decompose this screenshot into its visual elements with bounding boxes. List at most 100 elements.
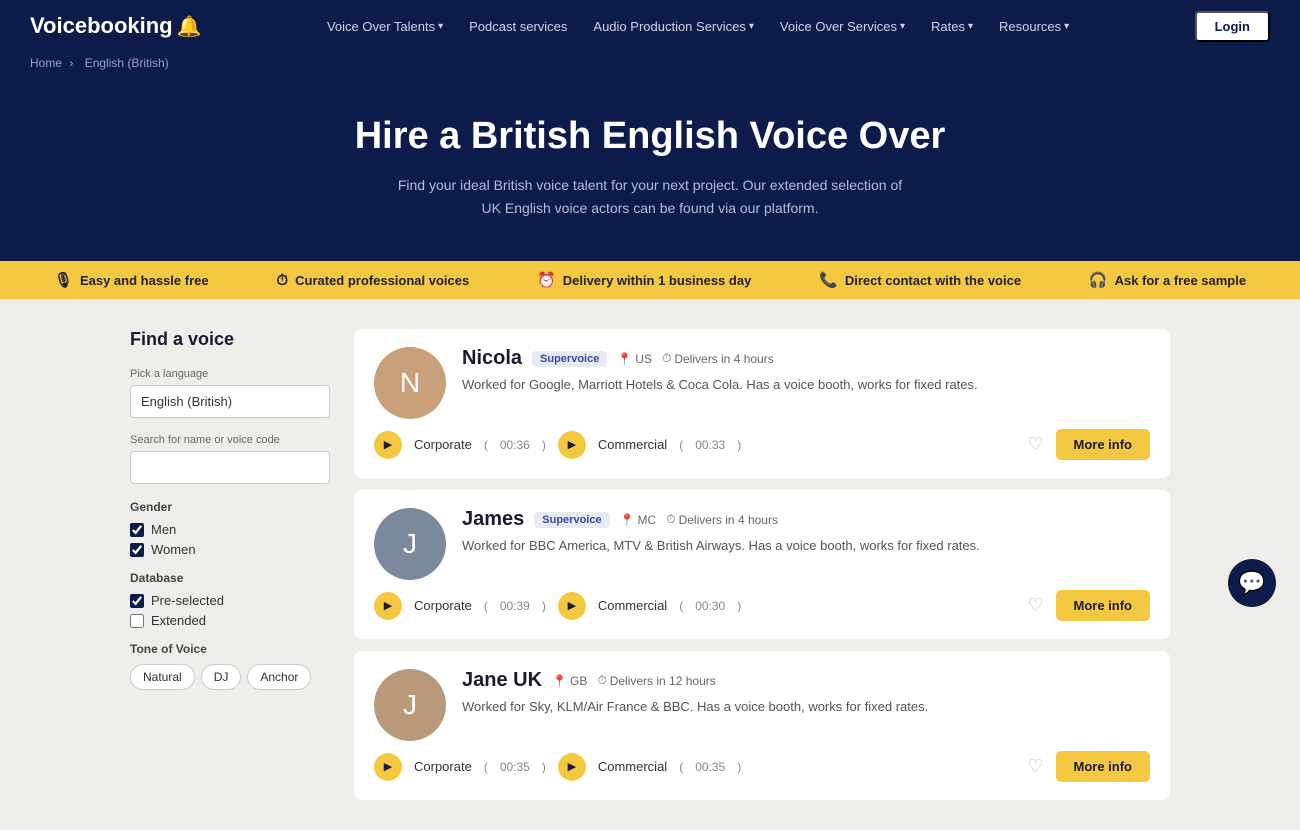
audio-dur-corp-jane: 00:35 [500, 760, 530, 774]
delivery-badge: ⏱ Delivers in 4 hours [662, 351, 774, 366]
feature-curated: ⏱ Curated professional voices [276, 272, 469, 289]
nav-audio-production[interactable]: Audio Production Services ▾ [583, 13, 764, 40]
database-extended[interactable]: Extended [130, 613, 330, 628]
more-info-button-nicola[interactable]: More info [1056, 429, 1151, 460]
play-button-corporate-nicola[interactable]: ▶ [374, 431, 402, 459]
more-info-button-james[interactable]: More info [1056, 590, 1151, 621]
breadcrumb-current: English (British) [85, 56, 169, 70]
audio-dur-corp-close: ) [542, 599, 546, 613]
chevron-down-icon: ▾ [1064, 21, 1069, 32]
language-label: Pick a language [130, 368, 330, 380]
voice-card-jane-uk: J Jane UK 📍 GB ⏱ Delivers in 12 hours [354, 651, 1170, 800]
voice-list: N Nicola Supervoice 📍 US ⏱ Delivers in 4… [354, 329, 1170, 800]
play-button-commercial-jane[interactable]: ▶ [558, 753, 586, 781]
hero-title: Hire a British English Voice Over [20, 114, 1280, 160]
chat-icon: 💬 [1238, 570, 1265, 596]
avatar-james: J [374, 508, 446, 580]
nav-voice-over-services[interactable]: Voice Over Services ▾ [770, 13, 915, 40]
nav-podcast-services[interactable]: Podcast services [459, 13, 577, 40]
gender-label: Gender [130, 500, 330, 514]
tone-anchor[interactable]: Anchor [247, 664, 311, 690]
favorite-button-jane[interactable]: ♡ [1027, 756, 1043, 777]
feature-delivery: ⏰ Delivery within 1 business day [537, 271, 751, 289]
gender-women-label: Women [151, 542, 196, 557]
voice-card-bottom-jane: ▶ Corporate ( 00:35 ) ▶ Commercial ( 00:… [374, 751, 1150, 782]
hero-section: Hire a British English Voice Over Find y… [0, 78, 1300, 261]
chevron-down-icon: ▾ [968, 21, 973, 32]
database-preselected[interactable]: Pre-selected [130, 593, 330, 608]
location-icon: 📍 [620, 513, 635, 527]
favorite-button-james[interactable]: ♡ [1027, 595, 1043, 616]
chevron-down-icon: ▾ [900, 21, 905, 32]
audio-duration-commercial: ( [679, 438, 683, 452]
audio-duration-comm-close: ) [737, 438, 741, 452]
avatar-nicola: N [374, 347, 446, 419]
clock-icon: ⏱ [666, 512, 675, 527]
play-button-commercial-james[interactable]: ▶ [558, 592, 586, 620]
breadcrumb-home[interactable]: Home [30, 56, 62, 70]
audio-dur-comm-close-jane: ) [737, 760, 741, 774]
logo[interactable]: Voicebooking 🔔 [30, 13, 202, 39]
voice-info-nicola: Nicola Supervoice 📍 US ⏱ Delivers in 4 h… [462, 347, 1150, 395]
database-group: Database Pre-selected Extended [130, 571, 330, 628]
nav-voice-over-talents[interactable]: Voice Over Talents ▾ [317, 13, 453, 40]
search-input[interactable] [130, 451, 330, 484]
logo-text: Voicebooking [30, 13, 173, 39]
feature-sample: 🎧 Ask for a free sample [1089, 271, 1246, 289]
voice-card-james: J James Supervoice 📍 MC ⏱ Delivers in 4 … [354, 490, 1170, 639]
audio-dur-corp-james: 00:39 [500, 599, 530, 613]
voice-desc-james: Worked for BBC America, MTV & British Ai… [462, 536, 1150, 556]
voice-name-jane: Jane UK [462, 669, 542, 692]
audio-dur-comm-jane: 00:35 [695, 760, 725, 774]
nav-resources[interactable]: Resources ▾ [989, 13, 1079, 40]
logo-icon: 🔔 [177, 14, 202, 39]
headphone-icon: 🎧 [1089, 271, 1108, 289]
feature-direct-label: Direct contact with the voice [845, 273, 1021, 288]
tone-dj[interactable]: DJ [201, 664, 242, 690]
voice-desc: Worked for Google, Marriott Hotels & Coc… [462, 375, 1150, 395]
gender-men-checkbox[interactable] [130, 523, 144, 537]
database-extended-checkbox[interactable] [130, 614, 144, 628]
play-button-corporate-jane[interactable]: ▶ [374, 753, 402, 781]
breadcrumb-separator: › [69, 56, 73, 70]
features-bar: 🎙 Easy and hassle free ⏱ Curated profess… [0, 261, 1300, 299]
nav-links: Voice Over Talents ▾ Podcast services Au… [317, 13, 1079, 40]
play-button-corporate-james[interactable]: ▶ [374, 592, 402, 620]
audio-duration-corp-val: 00:36 [500, 438, 530, 452]
gender-women[interactable]: Women [130, 542, 330, 557]
chat-bubble[interactable]: 💬 [1228, 559, 1276, 607]
nav-rates[interactable]: Rates ▾ [921, 13, 983, 40]
database-preselected-checkbox[interactable] [130, 594, 144, 608]
audio-duration-corp-close: ) [542, 438, 546, 452]
favorite-button-nicola[interactable]: ♡ [1027, 434, 1043, 455]
breadcrumb: Home › English (British) [0, 52, 1300, 78]
feature-easy-label: Easy and hassle free [80, 273, 209, 288]
feature-delivery-label: Delivery within 1 business day [563, 273, 752, 288]
gender-women-checkbox[interactable] [130, 543, 144, 557]
location-icon: 📍 [552, 674, 567, 688]
location-badge-jane: 📍 GB [552, 674, 587, 688]
location-badge-james: 📍 MC [620, 513, 657, 527]
feature-curated-label: Curated professional voices [295, 273, 469, 288]
audio-duration-comm-val: 00:33 [695, 438, 725, 452]
play-button-commercial-nicola[interactable]: ▶ [558, 431, 586, 459]
chevron-down-icon: ▾ [438, 21, 443, 32]
audio-dur-corp-open: ( [484, 599, 488, 613]
location-badge: 📍 US [617, 352, 652, 366]
voice-name-row: Nicola Supervoice 📍 US ⏱ Delivers in 4 h… [462, 347, 1150, 370]
audio-dur-comm-open-jane: ( [679, 760, 683, 774]
audio-type-corporate: Corporate [414, 437, 472, 452]
login-button[interactable]: Login [1195, 11, 1270, 42]
timer-icon: ⏱ [276, 272, 288, 289]
language-select[interactable]: English (British) [130, 385, 330, 418]
voice-name-row-jane: Jane UK 📍 GB ⏱ Delivers in 12 hours [462, 669, 1150, 692]
tone-natural[interactable]: Natural [130, 664, 195, 690]
voice-desc-jane: Worked for Sky, KLM/Air France & BBC. Ha… [462, 697, 1150, 717]
gender-men[interactable]: Men [130, 522, 330, 537]
voice-card-nicola: N Nicola Supervoice 📍 US ⏱ Delivers in 4… [354, 329, 1170, 478]
delivery-badge-james: ⏱ Delivers in 4 hours [666, 512, 778, 527]
search-label: Search for name or voice code [130, 434, 330, 446]
more-info-button-jane[interactable]: More info [1056, 751, 1151, 782]
database-label: Database [130, 571, 330, 585]
gender-men-label: Men [151, 522, 176, 537]
